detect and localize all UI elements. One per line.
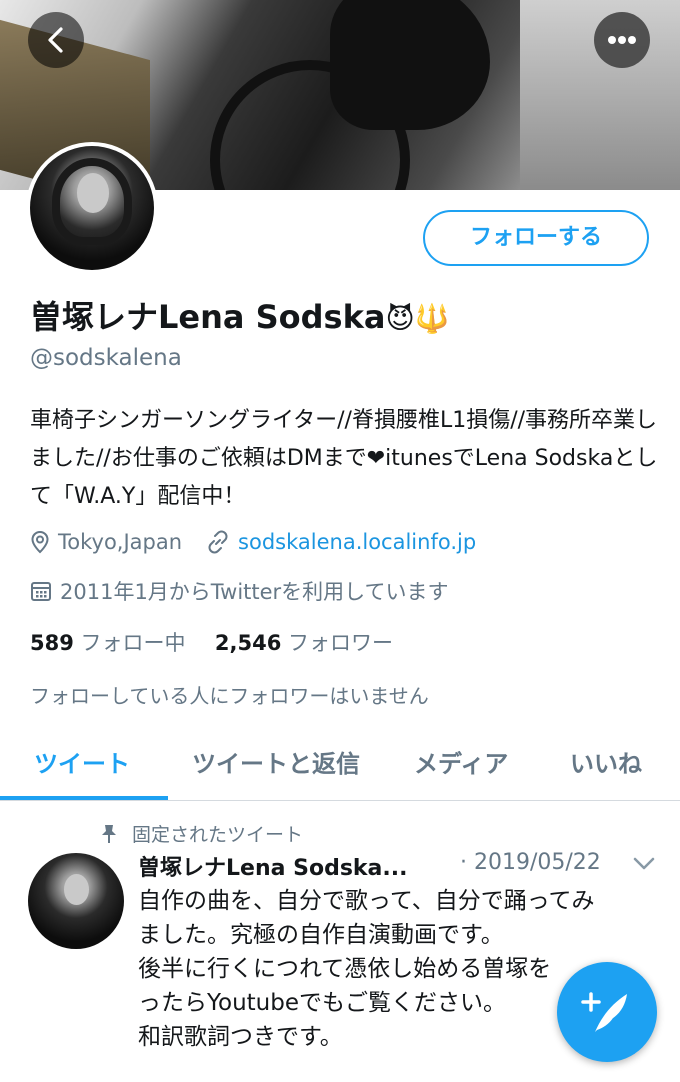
tab-likes[interactable]: いいね xyxy=(570,744,642,779)
more-dot xyxy=(618,36,626,44)
tweet-author[interactable]: 曽塚レナLena Sodska... xyxy=(138,850,407,882)
tab-media[interactable]: メディア xyxy=(414,744,508,779)
profile-tabs: ツイート ツイートと返信 メディア いいね xyxy=(0,732,680,801)
following-label: フォロー中 xyxy=(80,631,186,655)
tweet-date: · 2019/05/22 xyxy=(460,850,601,875)
display-name: 曽塚レナLena Sodska😈🔱 xyxy=(30,292,450,338)
follow-button[interactable]: フォローする xyxy=(423,210,649,266)
location-text: Tokyo,Japan xyxy=(58,530,183,554)
tab-tweets[interactable]: ツイート xyxy=(34,744,130,779)
followers-label: フォロワー xyxy=(288,631,394,655)
follow-counts: 589 フォロー中 2,546 フォロワー xyxy=(30,627,393,657)
compose-tweet-button[interactable] xyxy=(557,962,657,1062)
calendar-icon xyxy=(31,582,51,601)
banner-figure xyxy=(330,0,490,130)
tab-tweets-replies[interactable]: ツイートと返信 xyxy=(192,744,360,779)
more-horizontal-icon xyxy=(608,36,616,44)
joined-row: 2011年1月からTwitterを利用しています xyxy=(30,576,449,606)
profile-bio: 車椅子シンガーソングライター//脊損腰椎L1損傷//事務所卒業しました//お仕事… xyxy=(30,408,658,509)
active-tab-indicator xyxy=(0,796,168,800)
name-emoji: 😈🔱 xyxy=(385,302,450,335)
compose-feather-icon xyxy=(581,992,627,1032)
avatar-image xyxy=(30,146,154,270)
chevron-left-icon xyxy=(48,27,63,53)
chevron-down-icon[interactable] xyxy=(632,856,656,872)
link-icon xyxy=(208,530,228,554)
display-name-text: 曽塚レナLena Sodska xyxy=(30,298,386,336)
followers-you-know: フォローしている人にフォロワーはいません xyxy=(30,684,429,708)
profile-avatar[interactable] xyxy=(26,142,158,274)
tweet-line: ました。究極の自作自演動画です。 xyxy=(138,922,504,948)
more-button[interactable] xyxy=(594,12,650,68)
pin-icon xyxy=(102,824,116,843)
more-dot xyxy=(628,36,636,44)
profile-meta: Tokyo,Japan sodskalena.localinfo.jp xyxy=(30,530,476,554)
back-button[interactable] xyxy=(28,12,84,68)
joined-text: 2011年1月からTwitterを利用しています xyxy=(60,580,449,604)
following-link[interactable]: 589 フォロー中 xyxy=(30,631,186,655)
tweet-avatar[interactable] xyxy=(28,853,124,949)
followers-link[interactable]: 2,546 フォロワー xyxy=(215,631,393,655)
website-link[interactable]: sodskalena.localinfo.jp xyxy=(238,530,476,554)
location-icon xyxy=(31,530,49,554)
tweet-line: 自作の曲を、自分で歌って、自分で踊ってみ xyxy=(138,888,595,914)
followers-count: 2,546 xyxy=(214,631,282,655)
pinned-label: 固定されたツイート xyxy=(100,820,303,847)
user-handle: @sodskalena xyxy=(30,345,182,371)
pinned-text: 固定されたツイート xyxy=(132,824,304,846)
following-count: 589 xyxy=(30,631,74,655)
